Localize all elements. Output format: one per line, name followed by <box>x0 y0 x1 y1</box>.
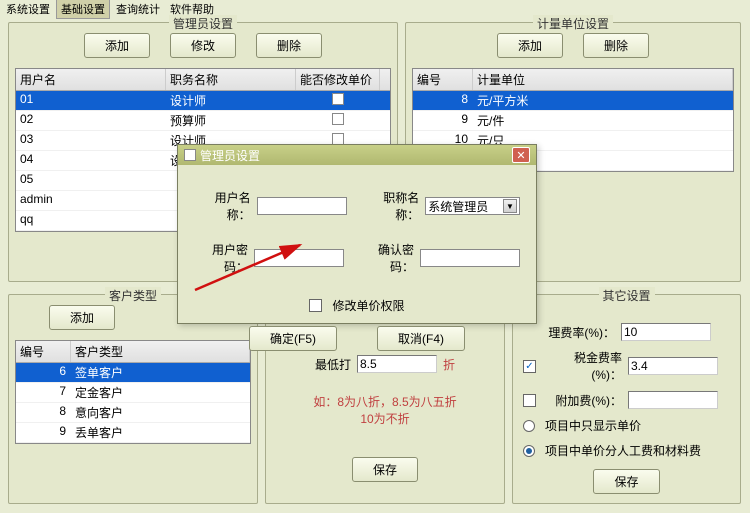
table-row[interactable]: 9丢单客户 <box>16 423 250 443</box>
table-cell: 预算师 <box>166 111 296 130</box>
table-cell: 6 <box>16 363 71 382</box>
other-opt2-radio[interactable] <box>523 445 535 457</box>
modal-pwd2-input[interactable] <box>420 249 520 267</box>
table-row[interactable]: 7定金客户 <box>16 383 250 403</box>
modal-role-select[interactable]: 系统管理员 ▼ <box>425 197 520 215</box>
table-cell: 01 <box>16 91 166 110</box>
table-cell: 7 <box>16 383 71 402</box>
modal-user-label: 用户名称： <box>194 189 251 223</box>
other-tax-input[interactable] <box>628 357 718 375</box>
other-extra-label: 附加费(%)： <box>546 392 622 409</box>
cust-add-button[interactable]: 添加 <box>49 305 115 330</box>
unit-col-unit: 计量单位 <box>473 69 733 90</box>
cust-panel-title: 客户类型 <box>105 287 161 304</box>
table-cell <box>296 91 380 110</box>
table-cell: 定金客户 <box>71 383 250 402</box>
modal-cancel-button[interactable]: 取消(F4) <box>377 326 465 351</box>
other-extra-input[interactable] <box>628 391 718 409</box>
modal-role-label: 职称名称： <box>363 189 420 223</box>
modal-pwd-label: 用户密码： <box>194 241 248 275</box>
table-cell: 8 <box>413 91 473 110</box>
other-save-button[interactable]: 保存 <box>593 469 659 494</box>
unit-add-button[interactable]: 添加 <box>497 33 563 58</box>
table-cell: 设计师 <box>166 91 296 110</box>
admin-add-button[interactable]: 添加 <box>84 33 150 58</box>
table-cell: 元/件 <box>473 111 733 130</box>
other-mgmt-input[interactable] <box>621 323 711 341</box>
menu-system[interactable]: 系统设置 <box>2 0 54 18</box>
admin-panel-title: 管理员设置 <box>169 15 237 32</box>
discount-save-button[interactable]: 保存 <box>352 457 418 482</box>
table-cell: 05 <box>16 171 166 190</box>
modal-role-value: 系统管理员 <box>428 198 488 215</box>
admin-col-canedit: 能否修改单价 <box>296 69 380 90</box>
table-row[interactable]: 02预算师 <box>16 111 390 131</box>
table-cell: 04 <box>16 151 166 170</box>
admin-modal-titlebar[interactable]: 管理员设置 ✕ <box>178 145 536 165</box>
other-extra-check[interactable] <box>523 394 536 407</box>
menu-basic[interactable]: 基础设置 <box>56 0 110 19</box>
menubar: 系统设置 基础设置 查询统计 软件帮助 <box>0 0 750 18</box>
table-cell <box>296 111 380 130</box>
other-opt2-label: 项目中单价分人工费和材料费 <box>545 442 701 459</box>
table-cell: 9 <box>16 423 71 442</box>
admin-edit-button[interactable]: 修改 <box>170 33 236 58</box>
chevron-down-icon[interactable]: ▼ <box>503 199 517 213</box>
table-cell: 意向客户 <box>71 403 250 422</box>
admin-col-role: 职务名称 <box>166 69 296 90</box>
unit-panel-title: 计量单位设置 <box>533 15 613 32</box>
modal-user-input[interactable] <box>257 197 347 215</box>
modal-perm-check[interactable] <box>309 299 322 312</box>
table-row[interactable]: 6签单客户 <box>16 363 250 383</box>
menu-query[interactable]: 查询统计 <box>112 0 164 18</box>
modal-perm-label: 修改单价权限 <box>332 297 404 314</box>
modal-pwd-input[interactable] <box>254 249 344 267</box>
table-row[interactable]: 01设计师 <box>16 91 390 111</box>
admin-modal: 管理员设置 ✕ 用户名称： 职称名称： 系统管理员 ▼ 用户密码： 确认密码： … <box>177 144 537 324</box>
table-row[interactable]: 8意向客户 <box>16 403 250 423</box>
table-cell: 8 <box>16 403 71 422</box>
admin-modal-title: 管理员设置 <box>200 147 260 164</box>
cust-col-id: 编号 <box>16 341 71 362</box>
table-cell: 丢单客户 <box>71 423 250 442</box>
discount-note1: 如：8为八折，8.5为八五折 <box>266 393 504 410</box>
other-panel-title: 其它设置 <box>598 287 654 304</box>
modal-ok-button[interactable]: 确定(F5) <box>249 326 337 351</box>
other-tax-label: 税金费率(%)： <box>546 349 622 383</box>
table-cell: 02 <box>16 111 166 130</box>
table-row[interactable]: 8元/平方米 <box>413 91 733 111</box>
other-opt1-radio[interactable] <box>523 420 535 432</box>
table-cell: admin <box>16 191 166 210</box>
table-cell: 元/平方米 <box>473 91 733 110</box>
table-row[interactable]: 9元/件 <box>413 111 733 131</box>
discount-note2: 10为不折 <box>266 410 504 427</box>
admin-col-user: 用户名 <box>16 69 166 90</box>
table-cell: 03 <box>16 131 166 150</box>
row-checkbox[interactable] <box>332 113 344 125</box>
table-cell: 9 <box>413 111 473 130</box>
other-panel: 其它设置 理费率(%)： ✓ 税金费率(%)： 附加费(%)： 项目中只显示单价… <box>512 294 741 504</box>
row-checkbox[interactable] <box>332 93 344 105</box>
unit-del-button[interactable]: 删除 <box>583 33 649 58</box>
modal-icon <box>184 149 196 161</box>
modal-pwd2-label: 确认密码： <box>360 241 414 275</box>
admin-del-button[interactable]: 删除 <box>256 33 322 58</box>
table-cell: qq <box>16 211 166 230</box>
close-icon[interactable]: ✕ <box>512 147 530 163</box>
other-tax-check[interactable]: ✓ <box>523 360 536 373</box>
other-mgmt-label: 理费率(%)： <box>523 324 615 341</box>
other-opt1-label: 项目中只显示单价 <box>545 417 641 434</box>
table-cell: 签单客户 <box>71 363 250 382</box>
unit-col-id: 编号 <box>413 69 473 90</box>
